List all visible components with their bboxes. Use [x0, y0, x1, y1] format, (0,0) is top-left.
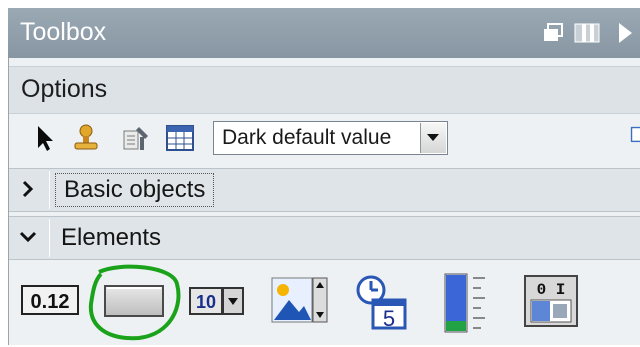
restore-icon[interactable]: [542, 22, 564, 44]
properties-icon[interactable]: [121, 123, 151, 153]
chevron-down-icon[interactable]: [17, 224, 39, 250]
section-label-elements: Elements: [61, 224, 162, 251]
chevron-down-icon[interactable]: [420, 123, 446, 153]
button-icon: [88, 264, 181, 341]
options-header[interactable]: Options: [9, 66, 640, 114]
date-time-field-icon: 5: [356, 275, 407, 331]
chevron-right-icon[interactable]: [17, 176, 39, 202]
graphic-io-field-element[interactable]: [271, 276, 329, 326]
io-field-element[interactable]: 0.12: [21, 282, 79, 318]
dropdown-value: Dark default value: [222, 126, 392, 149]
symbolic-io-text: 10: [196, 292, 216, 312]
switch-icon: 0 I: [524, 275, 578, 327]
io-field-text: 0.12: [31, 291, 70, 313]
section-divider: [49, 171, 50, 209]
options-label: Options: [21, 75, 108, 103]
section-elements[interactable]: Elements: [9, 216, 640, 260]
options-toolbar: Dark default value: [9, 114, 640, 166]
symbolic-io-field-element[interactable]: 10: [189, 286, 245, 316]
expand-arrow-icon[interactable]: [616, 22, 634, 44]
graphic-io-field-icon: [271, 277, 328, 323]
section-basic-objects[interactable]: Basic objects: [9, 168, 640, 212]
toolbox-title: Toolbox: [20, 18, 107, 46]
default-value-dropdown[interactable]: Dark default value: [213, 121, 448, 155]
toolbox-titlebar: Toolbox: [8, 8, 640, 58]
window-icon[interactable]: [629, 122, 640, 158]
date-time-text: 5: [383, 306, 395, 330]
table-icon[interactable]: [165, 123, 195, 153]
toolbox-panel: Options Dark default value Basic objects…: [8, 58, 640, 345]
pointer-icon[interactable]: [31, 123, 61, 153]
date-time-field-element[interactable]: 5: [353, 272, 409, 331]
stamp-icon[interactable]: [71, 123, 101, 153]
pane-icon[interactable]: [574, 22, 600, 44]
button-element[interactable]: [81, 260, 189, 342]
section-label-basic-objects: Basic objects: [55, 173, 215, 207]
bar-icon: [444, 273, 485, 333]
elements-palette: 0.12 10 5 0 I: [9, 258, 640, 345]
switch-element[interactable]: 0 I: [523, 274, 579, 328]
bar-element[interactable]: [441, 272, 491, 334]
switch-text: 0 I: [537, 281, 566, 299]
symbolic-io-field-icon: 10: [189, 287, 244, 315]
section-divider: [49, 219, 50, 257]
io-field-icon: 0.12: [21, 285, 79, 315]
